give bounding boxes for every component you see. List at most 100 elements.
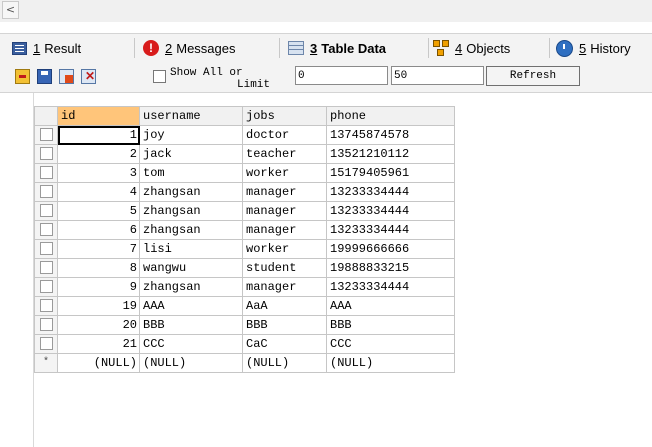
cell-phone[interactable]: 15179405961 bbox=[326, 163, 455, 183]
row-checkbox[interactable] bbox=[39, 337, 53, 351]
row-selector[interactable] bbox=[34, 163, 58, 183]
cell-jobs[interactable]: manager bbox=[242, 220, 327, 240]
table-row[interactable]: 21 CCC CaC CCC bbox=[34, 334, 455, 354]
tab-result[interactable]: 1 Result bbox=[12, 34, 81, 62]
row-selector[interactable] bbox=[34, 182, 58, 202]
cell-jobs[interactable]: worker bbox=[242, 239, 327, 259]
cell-jobs[interactable]: CaC bbox=[242, 334, 327, 354]
cell-username[interactable]: CCC bbox=[139, 334, 243, 354]
cell-id[interactable]: 19 bbox=[57, 296, 140, 316]
table-row[interactable]: 5 zhangsan manager 13233334444 bbox=[34, 201, 455, 221]
cell-jobs[interactable]: manager bbox=[242, 277, 327, 297]
cell-id[interactable]: 3 bbox=[57, 163, 140, 183]
cell-username[interactable]: wangwu bbox=[139, 258, 243, 278]
column-header-phone[interactable]: phone bbox=[326, 106, 455, 126]
table-row[interactable]: 20 BBB BBB BBB bbox=[34, 315, 455, 335]
cell-phone[interactable]: 19888833215 bbox=[326, 258, 455, 278]
cell-phone[interactable]: AAA bbox=[326, 296, 455, 316]
tab-table-data[interactable]: 3 Table Data bbox=[288, 34, 386, 62]
cell-id[interactable]: (NULL) bbox=[57, 353, 140, 373]
cell-id[interactable]: 9 bbox=[57, 277, 140, 297]
cell-id[interactable]: 6 bbox=[57, 220, 140, 240]
tab-history[interactable]: 5 History bbox=[556, 34, 631, 62]
table-row[interactable]: 9 zhangsan manager 13233334444 bbox=[34, 277, 455, 297]
show-all-checkbox[interactable] bbox=[153, 70, 166, 83]
refresh-button[interactable]: Refresh bbox=[486, 66, 580, 86]
cell-id[interactable]: 21 bbox=[57, 334, 140, 354]
row-selector[interactable] bbox=[34, 296, 58, 316]
cell-phone[interactable]: 13233334444 bbox=[326, 277, 455, 297]
save-changes-icon[interactable] bbox=[37, 69, 52, 84]
cell-username[interactable]: BBB bbox=[139, 315, 243, 335]
row-checkbox[interactable] bbox=[39, 318, 53, 332]
cell-username[interactable]: zhangsan bbox=[139, 277, 243, 297]
delete-row-icon[interactable] bbox=[81, 69, 96, 84]
cell-id[interactable]: 20 bbox=[57, 315, 140, 335]
row-selector[interactable] bbox=[34, 239, 58, 259]
cell-phone[interactable]: 13233334444 bbox=[326, 201, 455, 221]
cell-phone[interactable]: 19999666666 bbox=[326, 239, 455, 259]
cell-jobs[interactable]: AaA bbox=[242, 296, 327, 316]
cell-phone[interactable]: 13233334444 bbox=[326, 220, 455, 240]
cell-id[interactable]: 2 bbox=[57, 144, 140, 164]
row-checkbox[interactable] bbox=[39, 166, 53, 180]
cell-username[interactable]: (NULL) bbox=[139, 353, 243, 373]
scroll-left-arrow-icon[interactable]: < bbox=[2, 1, 19, 19]
column-header-jobs[interactable]: jobs bbox=[242, 106, 327, 126]
cell-id[interactable]: 7 bbox=[57, 239, 140, 259]
row-selector[interactable] bbox=[34, 277, 58, 297]
table-row[interactable]: 8 wangwu student 19888833215 bbox=[34, 258, 455, 278]
cell-username[interactable]: joy bbox=[139, 125, 243, 145]
cell-id[interactable]: 5 bbox=[57, 201, 140, 221]
row-selector[interactable] bbox=[34, 258, 58, 278]
horizontal-scrollbar[interactable]: < bbox=[0, 0, 652, 23]
row-checkbox[interactable] bbox=[39, 280, 53, 294]
cell-username[interactable]: zhangsan bbox=[139, 201, 243, 221]
cell-phone[interactable]: CCC bbox=[326, 334, 455, 354]
cell-jobs[interactable]: (NULL) bbox=[242, 353, 327, 373]
cell-jobs[interactable]: BBB bbox=[242, 315, 327, 335]
table-row[interactable]: 4 zhangsan manager 13233334444 bbox=[34, 182, 455, 202]
row-checkbox[interactable] bbox=[39, 185, 53, 199]
cell-username[interactable]: lisi bbox=[139, 239, 243, 259]
cell-phone[interactable]: 13745874578 bbox=[326, 125, 455, 145]
cell-username[interactable]: jack bbox=[139, 144, 243, 164]
cell-jobs[interactable]: manager bbox=[242, 201, 327, 221]
row-selector[interactable] bbox=[34, 144, 58, 164]
row-checkbox[interactable] bbox=[39, 204, 53, 218]
limit-input[interactable]: 50 bbox=[391, 66, 484, 85]
cell-phone[interactable]: 13521210112 bbox=[326, 144, 455, 164]
table-row[interactable]: 2 jack teacher 13521210112 bbox=[34, 144, 455, 164]
table-row[interactable]: 19 AAA AaA AAA bbox=[34, 296, 455, 316]
cell-username[interactable]: AAA bbox=[139, 296, 243, 316]
cell-jobs[interactable]: teacher bbox=[242, 144, 327, 164]
cell-phone[interactable]: 13233334444 bbox=[326, 182, 455, 202]
cell-username[interactable]: tom bbox=[139, 163, 243, 183]
row-selector[interactable] bbox=[34, 315, 58, 335]
row-selector[interactable] bbox=[34, 220, 58, 240]
row-checkbox[interactable] bbox=[39, 261, 53, 275]
row-checkbox[interactable] bbox=[39, 128, 53, 142]
cell-jobs[interactable]: student bbox=[242, 258, 327, 278]
cell-username[interactable]: zhangsan bbox=[139, 182, 243, 202]
cell-id[interactable]: 1 bbox=[57, 125, 140, 145]
table-row[interactable]: 1 joy doctor 13745874578 bbox=[34, 125, 455, 145]
column-header-username[interactable]: username bbox=[139, 106, 243, 126]
row-checkbox[interactable] bbox=[39, 223, 53, 237]
table-row[interactable]: 3 tom worker 15179405961 bbox=[34, 163, 455, 183]
offset-input[interactable]: 0 bbox=[295, 66, 388, 85]
row-selector[interactable] bbox=[34, 125, 58, 145]
cell-jobs[interactable]: worker bbox=[242, 163, 327, 183]
row-checkbox[interactable] bbox=[39, 147, 53, 161]
row-checkbox[interactable] bbox=[39, 299, 53, 313]
new-row-marker[interactable]: * bbox=[34, 353, 58, 373]
cell-phone[interactable]: (NULL) bbox=[326, 353, 455, 373]
row-selector[interactable] bbox=[34, 334, 58, 354]
cell-username[interactable]: zhangsan bbox=[139, 220, 243, 240]
cell-id[interactable]: 8 bbox=[57, 258, 140, 278]
table-row[interactable]: 7 lisi worker 19999666666 bbox=[34, 239, 455, 259]
cell-phone[interactable]: BBB bbox=[326, 315, 455, 335]
new-row[interactable]: * (NULL) (NULL) (NULL) (NULL) bbox=[34, 353, 455, 373]
table-row[interactable]: 6 zhangsan manager 13233334444 bbox=[34, 220, 455, 240]
cell-jobs[interactable]: doctor bbox=[242, 125, 327, 145]
